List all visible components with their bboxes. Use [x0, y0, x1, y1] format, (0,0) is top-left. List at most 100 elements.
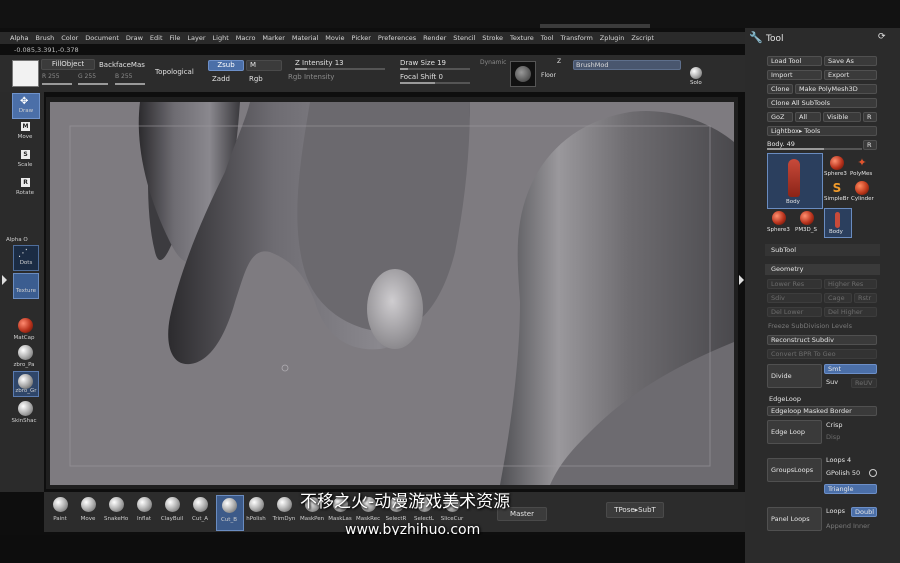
brush-paint[interactable]: Paint	[48, 495, 74, 529]
draw-tool-button[interactable]: ✥ Draw	[12, 93, 40, 119]
zsub-button[interactable]: Zsub	[208, 60, 244, 71]
b-slider[interactable]	[115, 83, 145, 85]
brush-cut-b[interactable]: Cut_B	[216, 495, 244, 531]
del-lower-button[interactable]: Del Lower	[767, 307, 822, 317]
menu-material[interactable]: Material	[292, 34, 318, 42]
right-collapse-arrow[interactable]	[739, 275, 744, 285]
reuv-button[interactable]: ReUV	[851, 378, 877, 388]
save-as-button[interactable]: Save As	[824, 56, 877, 66]
menu-color[interactable]: Color	[61, 34, 78, 42]
solo-icon[interactable]	[690, 67, 702, 79]
menu-document[interactable]: Document	[85, 34, 119, 42]
scale-tool-button[interactable]: S Scale	[12, 150, 38, 172]
floor-button[interactable]: Floor	[541, 72, 556, 79]
backface-mask-button[interactable]: BackfaceMas	[99, 61, 145, 69]
color-swatch[interactable]	[12, 60, 39, 87]
tool-r-button[interactable]: R	[863, 140, 877, 150]
draw-size-label[interactable]: Draw Size 19	[400, 59, 446, 67]
menu-alpha[interactable]: Alpha	[10, 34, 28, 42]
matcap-red-sphere[interactable]	[18, 318, 33, 333]
brush-trimdyn[interactable]: TrimDyn	[272, 495, 298, 529]
rstr-button[interactable]: Rstr	[854, 293, 877, 303]
stroke-preview[interactable]	[510, 61, 536, 87]
menu-light[interactable]: Light	[213, 34, 229, 42]
menu-preferences[interactable]: Preferences	[378, 34, 416, 42]
loops-slider[interactable]: Loops 4	[826, 456, 851, 464]
visible-button[interactable]: Visible	[823, 112, 861, 122]
r-value[interactable]: R 255	[42, 73, 60, 80]
cylinder-thumb[interactable]	[855, 181, 869, 195]
g-slider[interactable]	[78, 83, 108, 85]
menu-stencil[interactable]: Stencil	[453, 34, 475, 42]
brush-snakeho[interactable]: SnakeHo	[104, 495, 130, 529]
freeze-subdivision-label[interactable]: Freeze SubDivision Levels	[768, 322, 852, 330]
edgeloop-header[interactable]: EdgeLoop	[765, 394, 880, 405]
g-value[interactable]: G 255	[78, 73, 96, 80]
all-button[interactable]: All	[795, 112, 821, 122]
pm3d-thumb[interactable]	[800, 211, 814, 225]
fill-object-button[interactable]: FillObject	[41, 59, 95, 70]
brush-inflat[interactable]: Inflat	[132, 495, 158, 529]
axis-xyz-label[interactable]: Z	[557, 58, 561, 65]
menu-texture[interactable]: Texture	[510, 34, 534, 42]
menu-tool[interactable]: Tool	[541, 34, 554, 42]
move-tool-button[interactable]: M Move	[12, 122, 38, 144]
menu-brush[interactable]: Brush	[35, 34, 54, 42]
brush-mod-slider[interactable]: BrushMod	[573, 60, 681, 70]
menu-stroke[interactable]: Stroke	[482, 34, 503, 42]
menu-file[interactable]: File	[170, 34, 181, 42]
import-button[interactable]: Import	[767, 70, 822, 80]
tpose-subtool-button[interactable]: TPose▸SubT	[606, 502, 664, 518]
brush-claybuil[interactable]: ClayBuil	[160, 495, 186, 529]
reconstruct-subdiv-button[interactable]: Reconstruct Subdiv	[767, 335, 877, 345]
subtool-header[interactable]: SubTool	[765, 244, 880, 256]
body-small-thumb[interactable]: Body	[824, 208, 852, 238]
rgb-intensity-label[interactable]: Rgb Intensity	[288, 73, 334, 81]
simplebrush-thumb[interactable]: S	[830, 181, 844, 195]
panel-loops-button[interactable]: Panel Loops	[767, 507, 822, 531]
smt-toggle[interactable]: Smt	[824, 364, 877, 374]
zadd-button[interactable]: Zadd	[212, 75, 230, 83]
convert-bpr-button[interactable]: Convert BPR To Geo	[767, 349, 877, 359]
sphere3-thumb[interactable]	[830, 156, 844, 170]
del-higher-button[interactable]: Del Higher	[824, 307, 877, 317]
z-intensity-label[interactable]: Z Intensity 13	[295, 59, 344, 67]
focal-shift-label[interactable]: Focal Shift 0	[400, 73, 443, 81]
rgb-button[interactable]: Rgb	[249, 75, 263, 83]
menu-draw[interactable]: Draw	[126, 34, 143, 42]
polymesh-thumb[interactable]: ✦	[855, 156, 869, 170]
menu-macro[interactable]: Macro	[236, 34, 256, 42]
menu-render[interactable]: Render	[423, 34, 446, 42]
clone-button[interactable]: Clone	[767, 84, 793, 94]
topological-button[interactable]: Topological	[155, 68, 194, 76]
alpha-label[interactable]: Alpha O	[6, 237, 46, 243]
menu-movie[interactable]: Movie	[325, 34, 344, 42]
sphere3-thumb-2[interactable]	[772, 211, 786, 225]
draw-size-slider[interactable]	[400, 68, 470, 70]
disp-slider[interactable]: Disp	[826, 433, 840, 441]
append-inner-toggle[interactable]: Append Inner	[826, 522, 870, 530]
r-slider[interactable]	[42, 83, 72, 85]
lower-res-button[interactable]: Lower Res	[767, 279, 822, 289]
cage-button[interactable]: Cage	[824, 293, 852, 303]
higher-res-button[interactable]: Higher Res	[824, 279, 877, 289]
rotate-tool-button[interactable]: R Rotate	[12, 178, 38, 200]
edge-loop-button[interactable]: Edge Loop	[767, 420, 822, 444]
goz-button[interactable]: GoZ	[767, 112, 793, 122]
skinshade-sphere[interactable]	[18, 401, 33, 416]
brush-cut-a[interactable]: Cut_A	[188, 495, 214, 529]
sdiv-slider[interactable]: Sdiv	[767, 293, 822, 303]
gpolish-slider[interactable]: GPolish 50	[826, 469, 860, 477]
active-tool-thumb[interactable]: Body	[767, 153, 823, 209]
double-toggle[interactable]: Doubl	[851, 507, 877, 517]
suv-toggle[interactable]: Suv	[826, 378, 838, 386]
export-button[interactable]: Export	[824, 70, 877, 80]
texture-button[interactable]: Texture	[13, 273, 39, 299]
b-value[interactable]: B 255	[115, 73, 132, 80]
geometry-header[interactable]: Geometry	[765, 264, 880, 275]
make-polymesh3d-button[interactable]: Make PolyMesh3D	[795, 84, 877, 94]
menu-picker[interactable]: Picker	[352, 34, 371, 42]
3d-viewport[interactable]	[50, 102, 734, 485]
crisp-toggle[interactable]: Crisp	[826, 421, 843, 429]
z-intensity-slider[interactable]	[295, 68, 385, 70]
